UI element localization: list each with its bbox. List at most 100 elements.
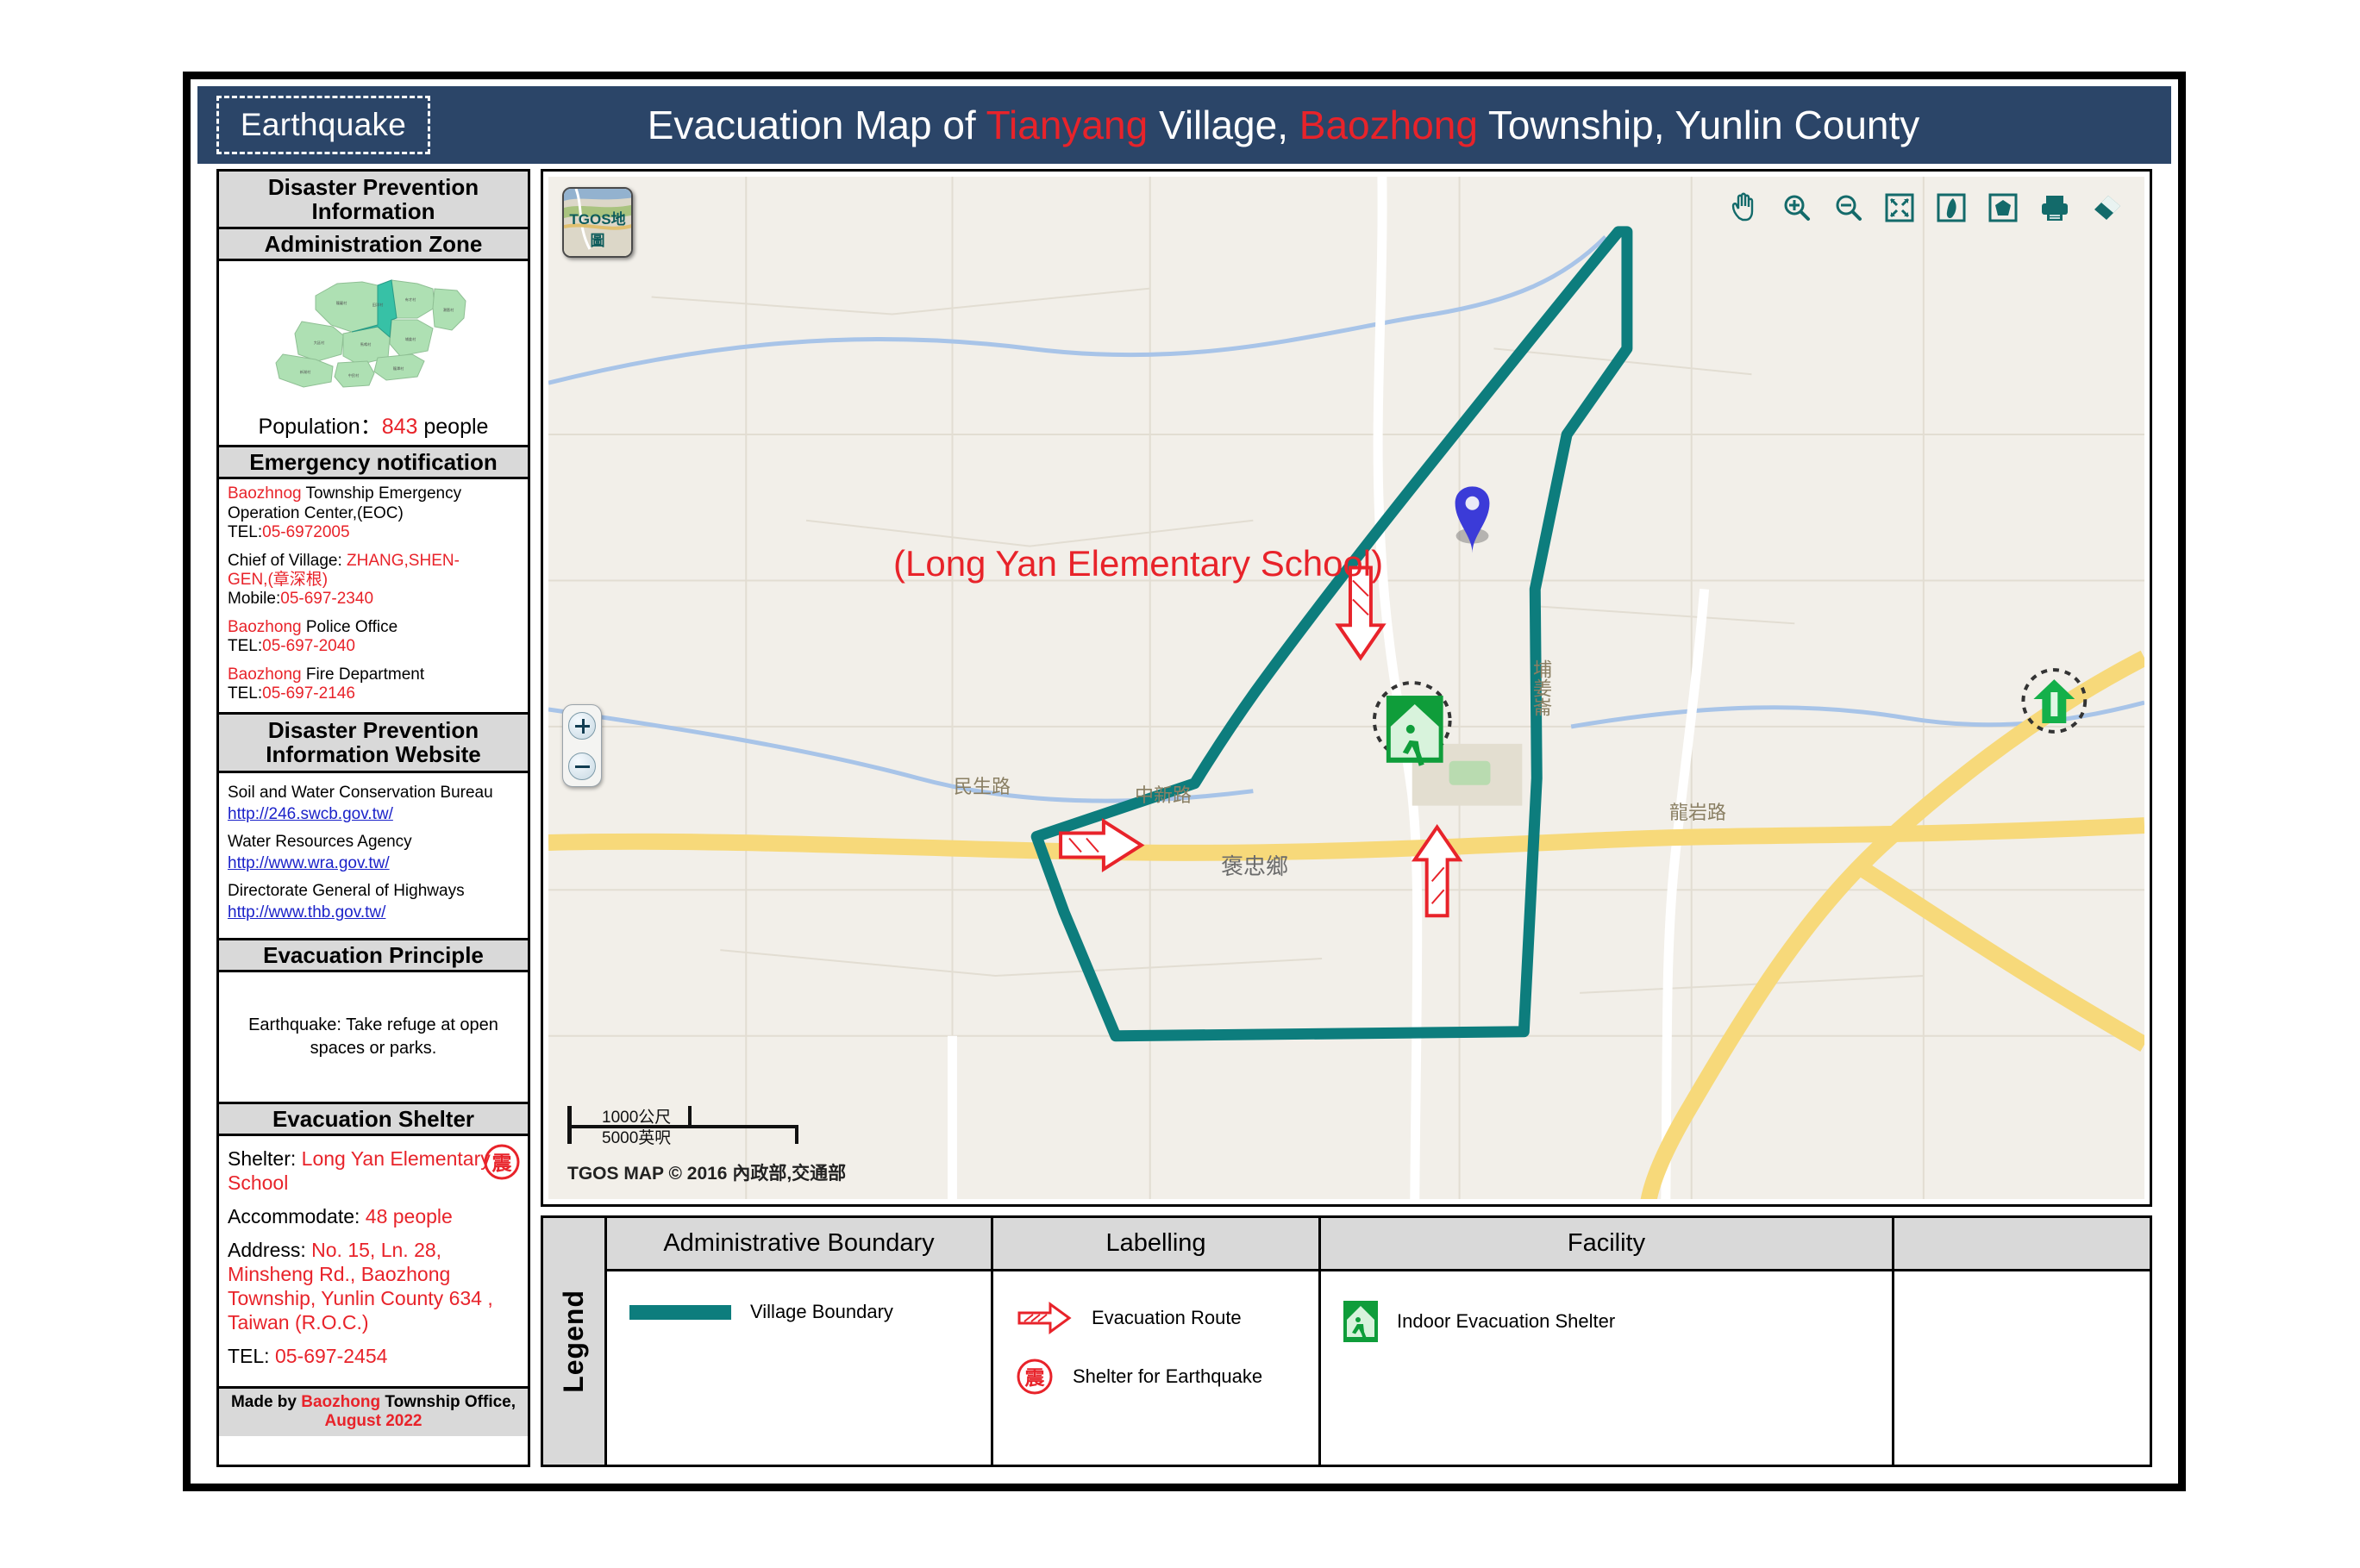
section-header-admin-zone: Administration Zone <box>219 229 528 262</box>
legend-item-label: Shelter for Earthquake <box>1073 1365 1263 1387</box>
emergency-contact-item: Baozhong Fire Department TEL:05-697-2146 <box>228 665 519 704</box>
legend-column-header <box>1894 1218 2150 1271</box>
population-label: Population： <box>258 415 382 440</box>
admin-zone-section: 龍巖村 田洋村 有才村 潮厝村 大廷村 馬鳴村 埔姜村 新湖村 中民村 龍潭村 Popul… <box>219 261 528 448</box>
administration-zone-thumbnail: 龍巖村 田洋村 有才村 潮厝村 大廷村 馬鳴村 埔姜村 新湖村 中民村 龍潭村 <box>219 261 528 409</box>
police-org-red: Baozhong <box>228 617 302 636</box>
evacuation-principle-text: Earthquake: Take refuge at open spaces o… <box>248 1015 498 1058</box>
road-label: 埔姜崙 <box>1531 659 1552 716</box>
zoom-in-button[interactable] <box>568 711 596 740</box>
scale-metric-label: 1000公尺 <box>602 1109 672 1127</box>
shelter-tel-row: TEL: 05-697-2454 <box>228 1344 519 1368</box>
evacuation-route-arrow-icon <box>1017 1302 1072 1334</box>
legend-column-facility: Facility Indoor Evacuation Shelter <box>1321 1218 1894 1465</box>
emergency-contact-item: Baozhnog Township Emergency Operation Ce… <box>228 484 519 542</box>
section-header-shelter: Evacuation Shelter <box>219 1103 528 1136</box>
title-bar: Earthquake Evacuation Map of Tianyang Vi… <box>197 86 2171 164</box>
website-link[interactable]: http://246.swcb.gov.tw/ <box>228 805 519 824</box>
taiwan-outline-icon[interactable] <box>1934 191 1969 225</box>
eoc-org-black: Township Emergency <box>301 484 462 503</box>
polygon-select-icon[interactable] <box>1986 191 2020 225</box>
fire-tel-label: TEL: <box>228 684 263 703</box>
page-title-segment: Evacuation Map of <box>647 103 986 147</box>
tgos-logo[interactable]: TGOS地圖 <box>562 187 633 258</box>
chief-tel-value: 05-697-2340 <box>280 590 374 609</box>
emergency-contact-item: Baozhong Police Office TEL:05-697-2040 <box>228 618 519 657</box>
section-header-emergency: Emergency notification <box>219 447 528 480</box>
svg-text:中民村: 中民村 <box>348 372 360 378</box>
poster-frame: Earthquake Evacuation Map of Tianyang Vi… <box>183 72 2186 1491</box>
zoom-in-icon[interactable] <box>1779 191 1813 225</box>
print-icon[interactable] <box>2038 191 2072 225</box>
legend-column-administrative-boundary: Administrative Boundary Village Boundary <box>607 1218 993 1465</box>
map-toolbar[interactable] <box>1727 191 2124 225</box>
eoc-org-red: Baozhnog <box>228 484 302 503</box>
tgos-logo-label: TGOS地圖 <box>569 211 626 249</box>
website-name: Water Resources Agency <box>228 832 412 851</box>
evacuation-principle-section: Earthquake: Take refuge at open spaces o… <box>219 972 528 1104</box>
police-org-black: Police Office <box>301 617 398 636</box>
website-link[interactable]: http://www.wra.gov.tw/ <box>228 854 519 873</box>
website-name: Directorate General of Highways <box>228 881 465 900</box>
zoom-out-icon[interactable] <box>1831 191 1865 225</box>
shelter-tel-label: TEL: <box>228 1345 275 1368</box>
township-map-graphic: 龍巖村 田洋村 有才村潮厝村 大廷村 馬鳴村 埔姜村新湖村 中民村 龍潭村 <box>275 279 466 388</box>
eoc-tel-value: 05-6972005 <box>262 523 350 542</box>
map-panel: TGOS地圖 (Long Yan Elementary School) 民生路 … <box>541 169 2152 1207</box>
svg-text:潮厝村: 潮厝村 <box>443 307 454 313</box>
legend-item: Indoor Evacuation Shelter <box>1343 1301 1892 1342</box>
shelter-map-label: (Long Yan Elementary School) <box>893 543 1384 584</box>
chief-name-part1: ZHANG,SHEN- <box>347 551 460 570</box>
map-canvas[interactable]: TGOS地圖 (Long Yan Elementary School) 民生路 … <box>548 177 2144 1199</box>
legend-item: Evacuation Route <box>1016 1301 1318 1335</box>
legend-item-label: Indoor Evacuation Shelter <box>1397 1310 1616 1332</box>
map-basemap-graphic <box>548 177 2144 1199</box>
svg-text:震: 震 <box>492 1153 513 1175</box>
section-header-website: Disaster Prevention Information Website <box>219 715 528 773</box>
svg-text:龍巖村: 龍巖村 <box>336 300 347 306</box>
svg-text:田洋村: 田洋村 <box>372 302 384 308</box>
svg-text:埔姜村: 埔姜村 <box>405 336 416 341</box>
map-zoom-control[interactable] <box>562 704 602 787</box>
legend-item: Village Boundary <box>629 1301 991 1323</box>
place-label: 褒忠鄉 <box>1221 853 1289 879</box>
zoom-out-button[interactable] <box>568 752 596 780</box>
indoor-evacuation-shelter-icon <box>1343 1301 1378 1342</box>
legend-tab: Legend <box>543 1218 607 1465</box>
village-boundary-swatch <box>629 1304 731 1320</box>
shelter-capacity-row: Accommodate: 48 people <box>228 1204 519 1228</box>
shelter-tel-value: 05-697-2454 <box>274 1345 388 1368</box>
info-sidebar: Disaster Prevention Information Administ… <box>216 169 530 1467</box>
population-value: 843 <box>381 415 418 440</box>
section-header-disaster-prevention: Disaster Prevention Information <box>219 172 528 230</box>
page-title-segment: Baozhong <box>1299 103 1478 147</box>
page-title-segment: Tianyang <box>986 103 1149 147</box>
chief-label: Chief of Village: <box>228 551 347 570</box>
police-tel-label: TEL: <box>228 637 263 656</box>
map-attribution: TGOS MAP © 2016 內政部,交通部 <box>567 1164 847 1184</box>
svg-text:馬鳴村: 馬鳴村 <box>360 341 372 347</box>
legend-column-labelling: Labelling Evacuation Route 震 Shelter for… <box>993 1218 1321 1465</box>
police-tel-value: 05-697-2040 <box>262 637 355 656</box>
full-extent-icon[interactable] <box>1882 191 1917 225</box>
earthquake-shelter-stamp-icon: 震 <box>1017 1359 1053 1395</box>
shelter-name-label: Shelter: <box>228 1146 302 1170</box>
website-link[interactable]: http://www.thb.gov.tw/ <box>228 903 519 922</box>
eraser-icon[interactable] <box>2089 191 2124 225</box>
chief-tel-label: Mobile: <box>228 590 281 609</box>
footer-office: Township Office, <box>380 1392 516 1411</box>
shelter-name-row: Shelter: Long Yan Elementary School <box>228 1146 519 1195</box>
page-title-segment: Village, <box>1148 103 1299 147</box>
fire-tel-value: 05-697-2146 <box>262 684 355 703</box>
emergency-contacts-section: Baozhnog Township Emergency Operation Ce… <box>219 479 528 715</box>
fire-org-red: Baozhong <box>228 665 302 684</box>
legend-column-empty <box>1894 1218 2150 1465</box>
pan-hand-icon[interactable] <box>1727 191 1762 225</box>
legend-item-label: Village Boundary <box>750 1301 893 1322</box>
legend-column-header: Labelling <box>993 1218 1318 1271</box>
footer-date: August 2022 <box>324 1412 423 1431</box>
made-by-footer: Made by Baozhong Township Office, August… <box>219 1385 528 1437</box>
svg-text:震: 震 <box>1025 1367 1046 1390</box>
legend-column-header: Administrative Boundary <box>607 1218 991 1271</box>
svg-text:有才村: 有才村 <box>405 297 416 303</box>
